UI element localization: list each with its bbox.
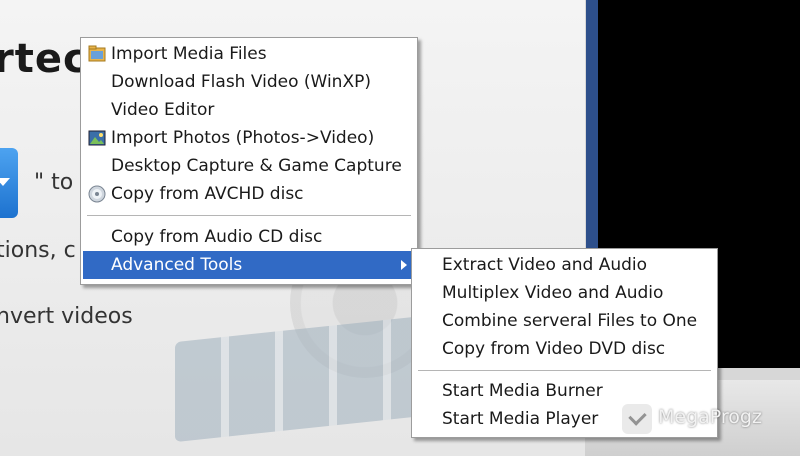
menu-item-label: Copy from AVCHD disc <box>111 184 304 204</box>
dropdown-button[interactable] <box>0 148 18 218</box>
menu-separator <box>418 370 711 371</box>
chevron-down-icon <box>0 178 10 186</box>
menu-item-label: Start Media Player <box>442 409 599 429</box>
description-line-2: tions, c <box>0 238 76 263</box>
menu-item-label: Start Media Burner <box>442 381 603 401</box>
menu-item-label: Multiplex Video and Audio <box>442 283 664 303</box>
context-menu: Import Media Files Download Flash Video … <box>80 37 418 285</box>
menu-item-copy-avchd[interactable]: Copy from AVCHD disc <box>83 180 415 208</box>
submenu-item-extract-video-audio[interactable]: Extract Video and Audio <box>414 251 715 279</box>
instruction-text-fragment: " to <box>34 170 74 195</box>
app-title-fragment: rtec <box>0 36 88 82</box>
folder-media-icon <box>88 45 106 62</box>
submenu-item-copy-dvd[interactable]: Copy from Video DVD disc <box>414 335 715 363</box>
submenu-item-combine-files[interactable]: Combine serveral Files to One <box>414 307 715 335</box>
chevron-right-icon <box>401 260 407 270</box>
disc-icon <box>88 185 106 203</box>
menu-item-label: Advanced Tools <box>111 255 243 275</box>
menu-item-label: Import Media Files <box>111 44 267 64</box>
menu-item-copy-audio-cd[interactable]: Copy from Audio CD disc <box>83 223 415 251</box>
description-line-3: nvert videos <box>0 304 133 329</box>
menu-item-download-flash-video[interactable]: Download Flash Video (WinXP) <box>83 68 415 96</box>
menu-item-advanced-tools[interactable]: Advanced Tools <box>83 251 415 279</box>
menu-item-import-media-files[interactable]: Import Media Files <box>83 40 415 68</box>
menu-item-import-photos[interactable]: Import Photos (Photos->Video) <box>83 124 415 152</box>
shield-check-icon <box>622 404 652 434</box>
menu-item-label: Extract Video and Audio <box>442 255 648 275</box>
menu-item-label: Download Flash Video (WinXP) <box>111 72 371 92</box>
menu-item-desktop-capture[interactable]: Desktop Capture & Game Capture <box>83 152 415 180</box>
menu-item-label: Copy from Audio CD disc <box>111 227 323 247</box>
menu-item-label: Copy from Video DVD disc <box>442 339 666 359</box>
submenu-item-multiplex[interactable]: Multiplex Video and Audio <box>414 279 715 307</box>
watermark-text: MegaProgz <box>658 406 762 428</box>
menu-item-label: Desktop Capture & Game Capture <box>111 156 402 176</box>
menu-item-label: Video Editor <box>111 100 215 120</box>
submenu-item-media-burner[interactable]: Start Media Burner <box>414 377 715 405</box>
menu-item-label: Combine serveral Files to One <box>442 311 698 331</box>
menu-item-label: Import Photos (Photos->Video) <box>111 128 375 148</box>
menu-item-video-editor[interactable]: Video Editor <box>83 96 415 124</box>
menu-separator <box>87 215 411 216</box>
photo-icon <box>88 130 106 146</box>
